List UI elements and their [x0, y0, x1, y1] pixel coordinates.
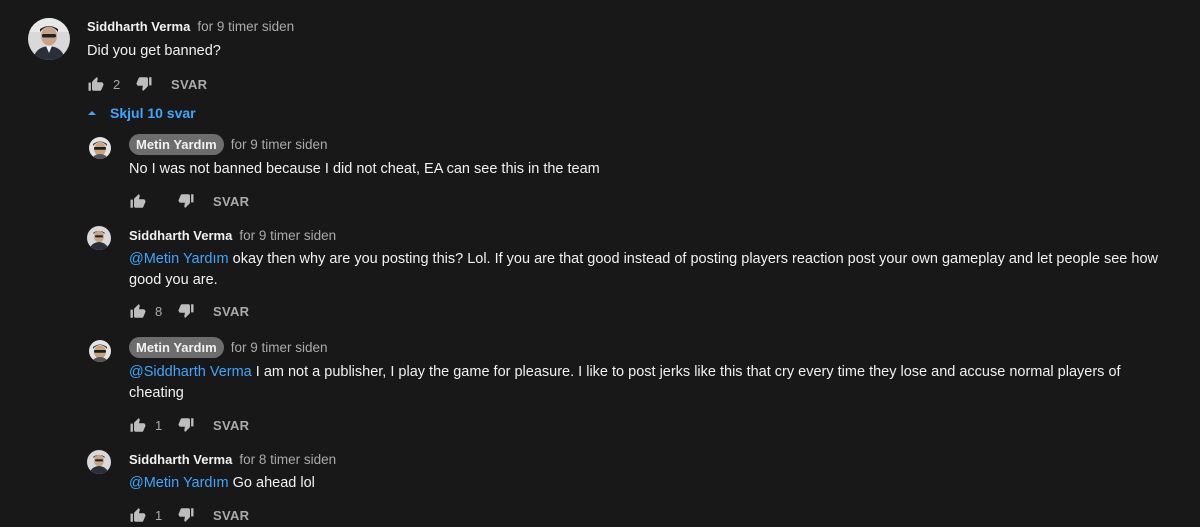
comment-author[interactable]: Siddharth Verma: [129, 452, 232, 467]
mention-link[interactable]: @Metin Yardım: [129, 251, 229, 267]
mention-link[interactable]: @Siddharth Verma: [129, 364, 252, 380]
comment-timestamp[interactable]: for 9 timer siden: [239, 228, 336, 243]
reply-button[interactable]: SVAR: [213, 508, 249, 523]
thumbs-up-icon[interactable]: [87, 75, 105, 93]
reply-button[interactable]: SVAR: [213, 194, 249, 209]
comment-text: @Metin Yardım Go ahead lol: [129, 473, 1179, 494]
comment-timestamp[interactable]: for 9 timer siden: [231, 340, 328, 355]
like-count: 1: [155, 417, 163, 433]
thumbs-up-icon[interactable]: [129, 302, 147, 320]
thumbs-down-icon[interactable]: [135, 75, 153, 93]
like-count: 1: [155, 507, 163, 523]
avatar[interactable]: [87, 226, 111, 250]
avatar[interactable]: [28, 18, 70, 60]
comment-author[interactable]: Siddharth Verma: [87, 19, 190, 34]
comment-text: Did you get banned?: [87, 41, 221, 62]
comment-text-content: okay then why are you posting this? Lol.…: [129, 251, 1158, 288]
comment-text-content: I am not a publisher, I play the game fo…: [129, 364, 1121, 401]
thumbs-down-icon[interactable]: [177, 416, 195, 434]
comment-author[interactable]: Siddharth Verma: [129, 228, 232, 243]
avatar-metin-image: [89, 137, 111, 159]
thumbs-up-icon[interactable]: [129, 506, 147, 524]
hide-replies-label: Skjul 10 svar: [110, 105, 196, 121]
thumbs-down-icon[interactable]: [177, 302, 195, 320]
like-count: 2: [113, 76, 121, 92]
avatar[interactable]: [89, 340, 111, 362]
avatar[interactable]: [89, 137, 111, 159]
comment-timestamp[interactable]: for 9 timer siden: [231, 137, 328, 152]
comments-section: Siddharth Verma for 9 timer siden Did yo…: [0, 0, 1200, 527]
comment-text: No I was not banned because I did not ch…: [129, 159, 1179, 180]
reply-button[interactable]: SVAR: [213, 418, 249, 433]
like-count: 8: [155, 303, 163, 319]
comment-text-content: Did you get banned?: [87, 43, 221, 59]
thumbs-down-icon[interactable]: [177, 192, 195, 210]
comment-text-content: No I was not banned because I did not ch…: [129, 161, 600, 177]
reply-button[interactable]: SVAR: [171, 77, 207, 92]
thumbs-down-icon[interactable]: [177, 506, 195, 524]
thumbs-up-icon[interactable]: [129, 192, 147, 210]
comment-text-content: Go ahead lol: [228, 475, 315, 491]
reply-button[interactable]: SVAR: [213, 304, 249, 319]
mention-link[interactable]: @Metin Yardım: [129, 475, 229, 491]
comment-timestamp[interactable]: for 8 timer siden: [239, 452, 336, 467]
avatar-metin-image: [89, 340, 111, 362]
comment-author-owner-chip[interactable]: Metin Yardım: [129, 134, 224, 155]
hide-replies-toggle[interactable]: Skjul 10 svar: [87, 105, 196, 121]
comment-timestamp[interactable]: for 9 timer siden: [197, 19, 294, 34]
comment-author-owner-chip[interactable]: Metin Yardım: [129, 337, 224, 358]
comment-text: @Metin Yardım okay then why are you post…: [129, 249, 1179, 291]
avatar-siddharth-image: [87, 450, 111, 474]
caret-up-icon: [88, 111, 96, 115]
thumbs-up-icon[interactable]: [129, 416, 147, 434]
comment-text: @Siddharth Verma I am not a publisher, I…: [129, 362, 1179, 404]
avatar-siddharth-image: [28, 18, 70, 60]
avatar-siddharth-image: [87, 226, 111, 250]
avatar[interactable]: [87, 450, 111, 474]
